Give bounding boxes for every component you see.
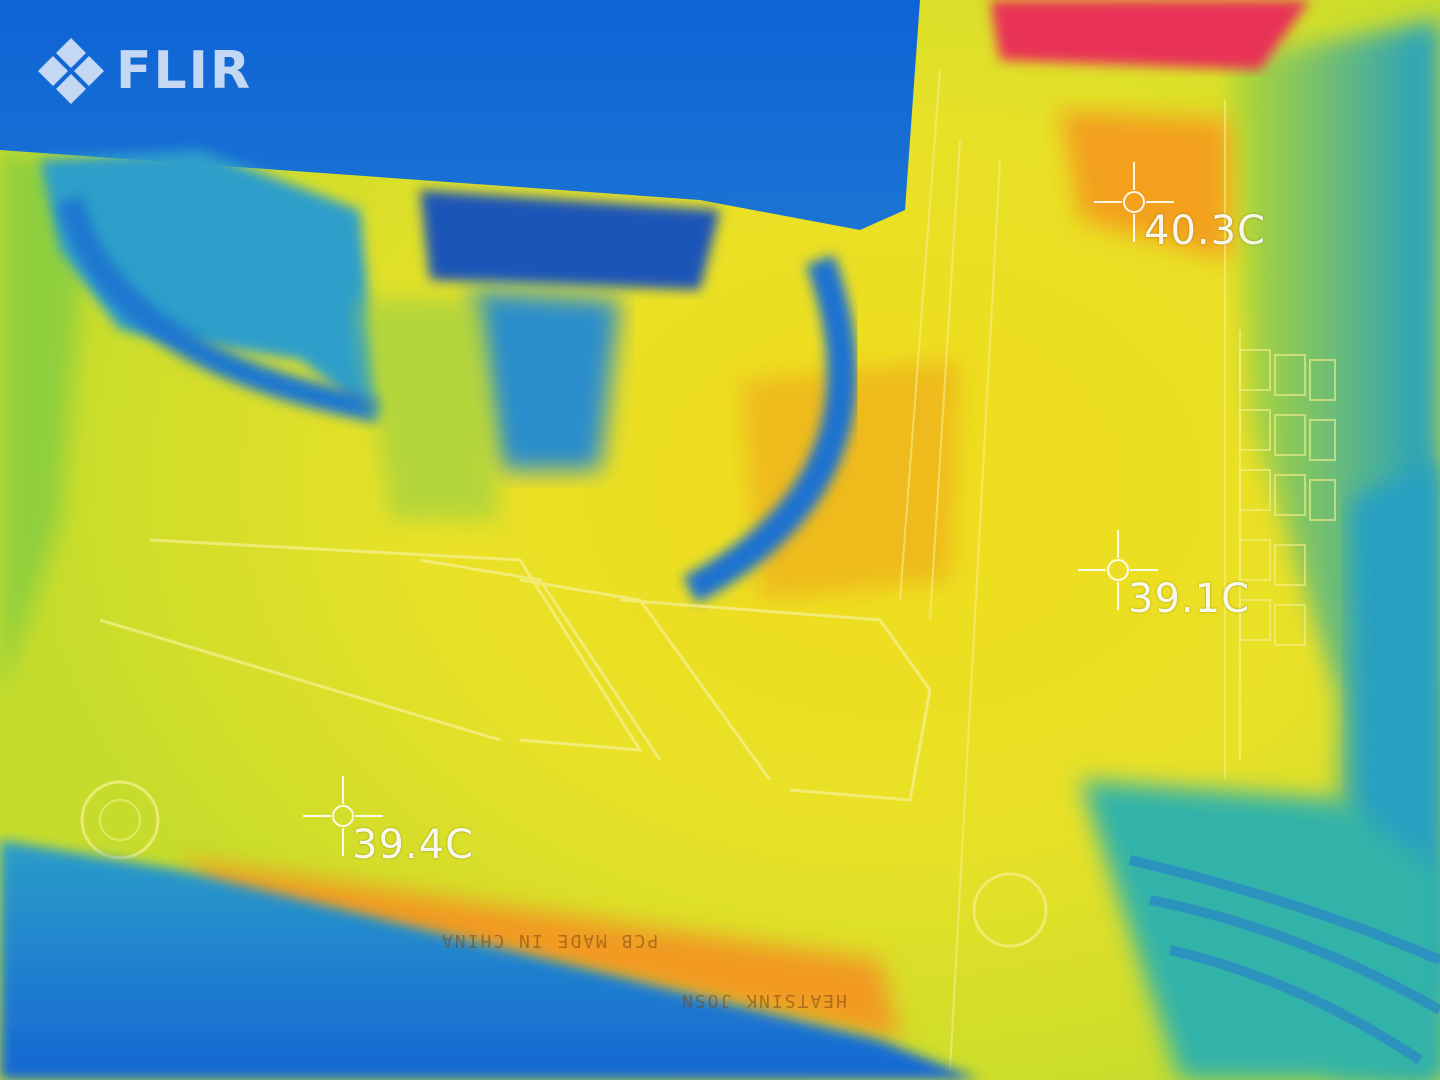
flir-logo-text: FLIR — [116, 41, 253, 101]
flir-logo: FLIR — [36, 36, 252, 106]
pcb-heatsink-label: HEATSINK JOSN — [680, 990, 847, 1011]
spot-reading-1: 40.3C — [1144, 208, 1266, 254]
flir-diamond-icon — [38, 38, 104, 104]
hot-connector-region — [990, 0, 1310, 70]
spot-reading-3: 39.4C — [352, 822, 474, 868]
thermal-image-frame: FLIR 40.3C 39.1C 39.4C PCB MADE IN CHINA… — [0, 0, 1440, 1080]
spot-reading-2: 39.1C — [1128, 576, 1250, 622]
pcb-made-in-label: PCB MADE IN CHINA — [440, 930, 659, 951]
thermal-scene — [0, 0, 1440, 1080]
